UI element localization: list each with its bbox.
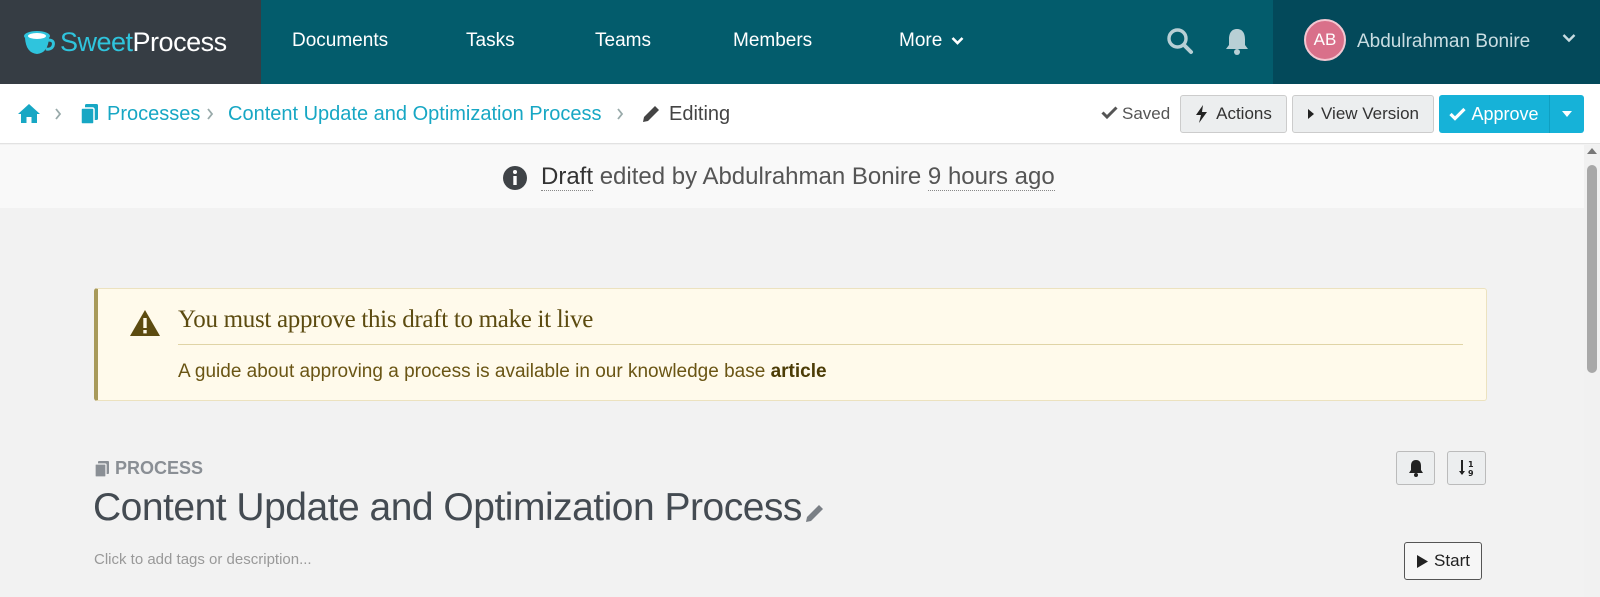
svg-text:9: 9 — [1468, 469, 1474, 477]
start-button[interactable]: Start — [1404, 542, 1482, 580]
approve-button[interactable]: Approve — [1439, 95, 1549, 133]
processes-icon — [94, 460, 109, 478]
scrollbar-thumb[interactable] — [1587, 165, 1597, 373]
pencil-icon — [643, 106, 659, 122]
page-title[interactable]: Content Update and Optimization Process — [93, 486, 802, 530]
pencil-icon[interactable] — [804, 502, 826, 524]
draft-label: Draft — [541, 163, 594, 191]
approve-label: Approve — [1471, 103, 1539, 124]
draft-edited-by: edited by Abdulrahman Bonire — [599, 163, 922, 190]
search-icon[interactable] — [1166, 27, 1194, 55]
avatar: AB — [1304, 19, 1346, 61]
alert-body: A guide about approving a process is ava… — [178, 361, 827, 383]
caret-right-icon — [1308, 109, 1315, 119]
nav-documents[interactable]: Documents — [292, 30, 388, 52]
check-icon — [1101, 106, 1118, 120]
view-version-button[interactable]: View Version — [1292, 95, 1434, 133]
logo-text-process: Process — [132, 26, 228, 57]
chevron-down-icon — [1562, 34, 1576, 43]
info-icon — [503, 166, 527, 190]
user-menu[interactable]: AB Abdulrahman Bonire — [1273, 0, 1600, 84]
approve-dropdown-button[interactable] — [1549, 95, 1584, 133]
nav-tasks[interactable]: Tasks — [466, 30, 515, 52]
alert-title: You must approve this draft to make it l… — [178, 306, 594, 333]
play-icon — [1417, 554, 1429, 568]
divider — [178, 344, 1463, 345]
chevron-right-icon — [207, 108, 214, 120]
bell-icon — [1408, 460, 1423, 477]
breadcrumb-current: Editing — [669, 103, 731, 125]
chevron-right-icon — [617, 108, 624, 120]
description-placeholder[interactable]: Click to add tags or description... — [94, 551, 312, 568]
process-label-text: PROCESS — [115, 458, 204, 478]
bell-icon[interactable] — [1224, 27, 1250, 55]
breadcrumb-processes[interactable]: Processes — [107, 103, 200, 126]
view-version-label: View Version — [1321, 104, 1419, 123]
coffee-cup-icon — [24, 31, 55, 54]
home-icon[interactable] — [17, 103, 41, 124]
approval-warning-alert: You must approve this draft to make it l… — [94, 288, 1487, 401]
logo-text-sweet: Sweet — [60, 26, 133, 57]
check-icon — [1449, 107, 1467, 121]
nav-more-label: More — [899, 30, 943, 51]
chevron-right-icon — [55, 108, 62, 120]
user-name: Abdulrahman Bonire — [1357, 31, 1531, 52]
saved-status: Saved — [1101, 104, 1170, 124]
svg-text:1: 1 — [1468, 460, 1474, 469]
process-type-label: PROCESS — [94, 458, 203, 479]
actions-button[interactable]: Actions — [1180, 95, 1287, 133]
nav-teams[interactable]: Teams — [595, 30, 651, 52]
scroll-up-arrow-icon[interactable] — [1587, 148, 1597, 154]
breadcrumb-process-name[interactable]: Content Update and Optimization Process — [228, 103, 602, 126]
chevron-down-icon — [951, 37, 964, 45]
saved-label: Saved — [1122, 104, 1171, 123]
caret-down-icon — [1562, 111, 1572, 117]
warning-icon — [130, 310, 160, 336]
bolt-icon — [1196, 105, 1208, 123]
notifications-button[interactable] — [1396, 451, 1435, 485]
draft-status-text: Draft edited by Abdulrahman Bonire 9 hou… — [541, 163, 1055, 191]
nav-more[interactable]: More — [899, 30, 964, 52]
sort-numeric-icon: 1 9 — [1458, 460, 1474, 477]
sort-button[interactable]: 1 9 — [1447, 451, 1486, 485]
processes-icon — [80, 104, 98, 125]
start-label: Start — [1434, 551, 1470, 570]
draft-status-bar: Draft edited by Abdulrahman Bonire 9 hou… — [0, 145, 1584, 208]
logo[interactable]: SweetProcess — [0, 0, 261, 84]
draft-time: 9 hours ago — [927, 163, 1055, 191]
top-navbar: SweetProcess Documents Tasks Teams Membe… — [0, 0, 1600, 84]
alert-article-link[interactable]: article — [771, 361, 827, 382]
actions-label: Actions — [1216, 104, 1272, 123]
breadcrumb: Processes Content Update and Optimizatio… — [0, 84, 1600, 144]
alert-body-text: A guide about approving a process is ava… — [178, 361, 766, 382]
nav-members[interactable]: Members — [733, 30, 812, 52]
